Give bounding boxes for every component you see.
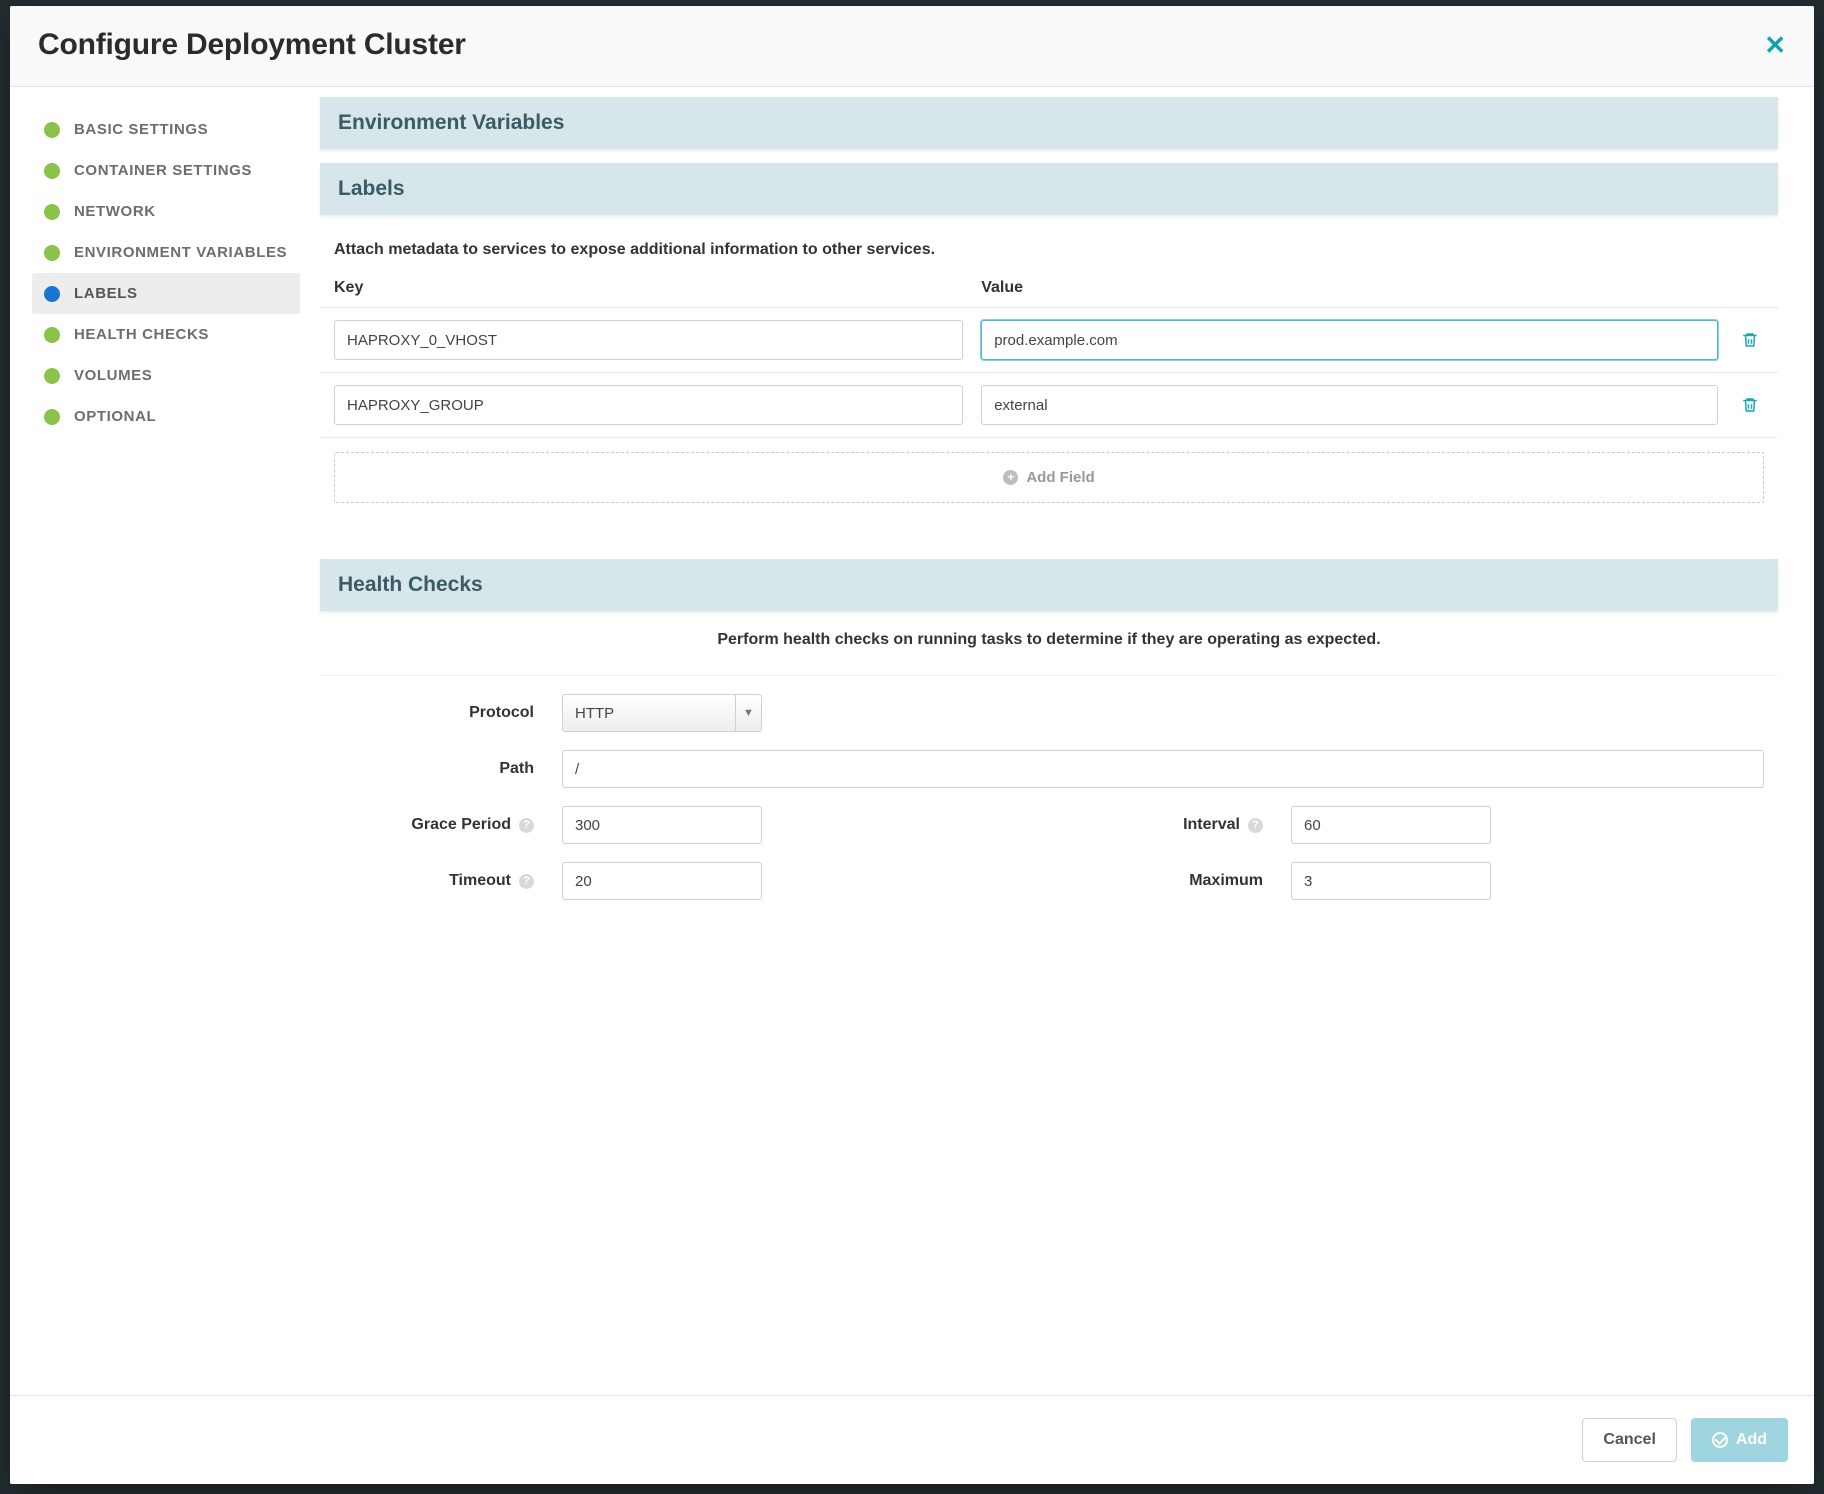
label-interval: Interval ? (1063, 816, 1263, 834)
sidebar-item-label: Network (74, 203, 156, 220)
chevron-down-icon: ▼ (735, 695, 761, 731)
section-header-health-checks[interactable]: Health Checks (320, 559, 1778, 611)
check-circle-icon (1712, 1432, 1728, 1448)
sidebar-item-volumes[interactable]: Volumes (32, 355, 300, 396)
help-icon[interactable]: ? (519, 818, 534, 833)
label-value-input[interactable] (981, 320, 1718, 360)
interval-input[interactable] (1291, 806, 1491, 844)
form-row-timeout-max: Timeout ? Maximum (334, 844, 1764, 900)
modal-body: Basic Settings Container Settings Networ… (10, 87, 1814, 1395)
modal-footer: Cancel Add (10, 1395, 1814, 1484)
main-panel: Environment Variables Labels Attach meta… (310, 87, 1814, 1395)
protocol-select-value: HTTP (575, 705, 614, 722)
sidebar-item-environment-variables[interactable]: Environment Variables (32, 232, 300, 273)
form-row-grace-interval: Grace Period ? Interval ? (334, 788, 1764, 844)
configure-deployment-modal: Configure Deployment Cluster ✕ Basic Set… (10, 6, 1814, 1484)
sidebar-item-label: Basic Settings (74, 121, 208, 138)
add-button[interactable]: Add (1691, 1418, 1788, 1462)
form-row-path: Path (334, 732, 1764, 788)
status-dot-icon (44, 409, 60, 425)
sidebar-item-optional[interactable]: Optional (32, 396, 300, 437)
cancel-button[interactable]: Cancel (1582, 1418, 1676, 1462)
sidebar-item-label: Environment Variables (74, 244, 287, 261)
sidebar: Basic Settings Container Settings Networ… (10, 87, 310, 1395)
sidebar-item-label: Volumes (74, 367, 152, 384)
grace-period-input[interactable] (562, 806, 762, 844)
sidebar-item-label: Container Settings (74, 162, 252, 179)
column-header-value: Value (981, 279, 1764, 297)
modal-title: Configure Deployment Cluster (38, 28, 466, 62)
label-key-input[interactable] (334, 385, 963, 425)
modal-header: Configure Deployment Cluster ✕ (10, 6, 1814, 87)
add-field-label: Add Field (1026, 469, 1094, 486)
path-input[interactable] (562, 750, 1764, 788)
labels-description: Attach metadata to services to expose ad… (334, 241, 1764, 259)
label-row (320, 308, 1778, 373)
health-checks-form: Protocol HTTP ▼ Path Grace Period ? (320, 675, 1778, 900)
status-dot-icon (44, 286, 60, 302)
labels-table-header: Key Value (320, 279, 1778, 308)
health-checks-description: Perform health checks on running tasks t… (334, 631, 1764, 649)
label-value-input[interactable] (981, 385, 1718, 425)
timeout-input[interactable] (562, 862, 762, 900)
column-header-key: Key (334, 279, 963, 297)
plus-circle-icon: + (1003, 470, 1018, 485)
maximum-input[interactable] (1291, 862, 1491, 900)
section-header-labels[interactable]: Labels (320, 163, 1778, 215)
help-icon[interactable]: ? (519, 874, 534, 889)
sidebar-item-basic-settings[interactable]: Basic Settings (32, 109, 300, 150)
trash-icon (1741, 396, 1759, 414)
status-dot-icon (44, 368, 60, 384)
label-path: Path (334, 760, 534, 778)
sidebar-item-label: Labels (74, 285, 138, 302)
sidebar-item-container-settings[interactable]: Container Settings (32, 150, 300, 191)
delete-row-button[interactable] (1736, 391, 1764, 419)
help-icon[interactable]: ? (1248, 818, 1263, 833)
status-dot-icon (44, 163, 60, 179)
add-field-button[interactable]: + Add Field (334, 452, 1764, 503)
form-row-protocol: Protocol HTTP ▼ (334, 676, 1764, 732)
trash-icon (1741, 331, 1759, 349)
label-grace-period: Grace Period ? (334, 816, 534, 834)
close-icon[interactable]: ✕ (1764, 32, 1786, 58)
label-key-input[interactable] (334, 320, 963, 360)
sidebar-item-label: Health Checks (74, 326, 209, 343)
label-timeout: Timeout ? (334, 872, 534, 890)
label-row (320, 373, 1778, 438)
delete-row-button[interactable] (1736, 326, 1764, 354)
sidebar-item-labels[interactable]: Labels (32, 273, 300, 314)
protocol-select[interactable]: HTTP ▼ (562, 694, 762, 732)
status-dot-icon (44, 327, 60, 343)
status-dot-icon (44, 245, 60, 261)
sidebar-item-network[interactable]: Network (32, 191, 300, 232)
sidebar-item-health-checks[interactable]: Health Checks (32, 314, 300, 355)
status-dot-icon (44, 204, 60, 220)
label-maximum: Maximum (1063, 872, 1263, 890)
sidebar-item-label: Optional (74, 408, 156, 425)
label-protocol: Protocol (334, 704, 534, 722)
status-dot-icon (44, 122, 60, 138)
section-header-environment-variables[interactable]: Environment Variables (320, 97, 1778, 149)
